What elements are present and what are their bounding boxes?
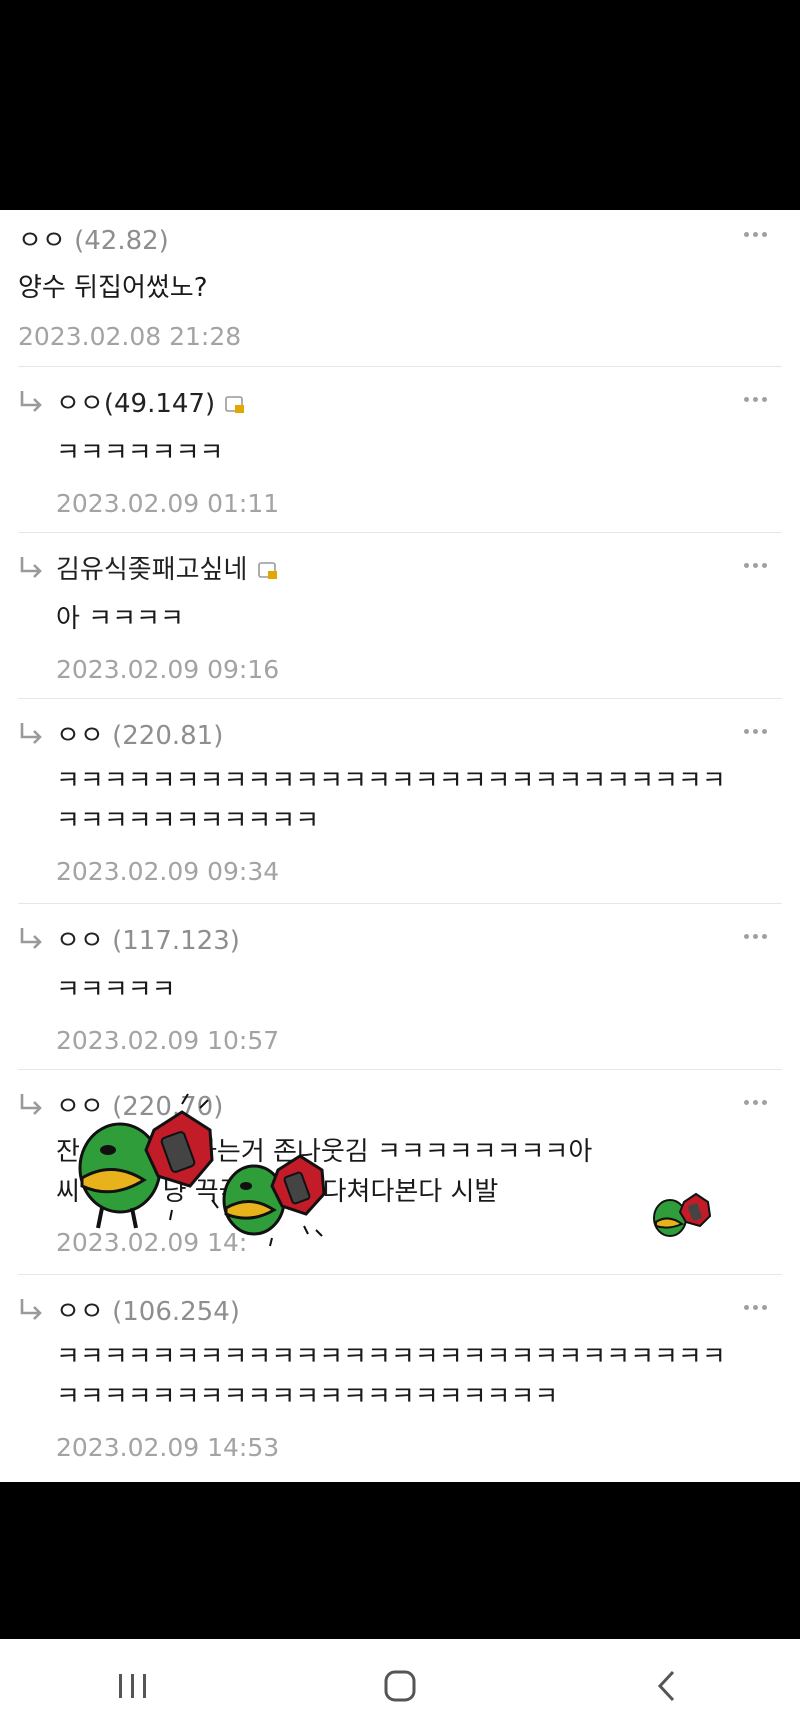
author-name: 김유식좆패고싶네 — [56, 555, 248, 585]
more-icon[interactable] — [744, 232, 770, 240]
author-name: ㅇㅇ — [56, 1297, 104, 1327]
back-button[interactable] — [627, 1656, 707, 1716]
more-icon[interactable] — [744, 934, 770, 942]
home-icon — [384, 1670, 416, 1702]
comment-text: ㅋㅋㅋㅋㅋㅋㅋㅋㅋㅋㅋㅋㅋㅋㅋㅋㅋㅋㅋㅋㅋㅋㅋㅋㅋㅋㅋㅋ ㅋㅋㅋㅋㅋㅋㅋㅋㅋㅋㅋ… — [56, 1342, 726, 1412]
system-navbar — [0, 1639, 800, 1733]
reply-arrow-icon — [20, 1299, 42, 1320]
comment-author[interactable]: ㅇㅇ(49.147) — [56, 383, 245, 420]
reply-item: ㅇㅇ (106.254) ㅋㅋㅋㅋㅋㅋㅋㅋㅋㅋㅋㅋㅋㅋㅋㅋㅋㅋㅋㅋㅋㅋㅋㅋㅋㅋㅋ… — [0, 1275, 800, 1482]
comment-author[interactable]: ㅇㅇ (106.254) — [56, 1291, 240, 1328]
author-ip: (117.123) — [112, 926, 240, 956]
author-ip: (220.81) — [112, 721, 224, 751]
comment-author[interactable]: ㅇㅇ (117.123) — [56, 920, 240, 957]
more-icon[interactable] — [744, 563, 770, 571]
more-icon[interactable] — [744, 729, 770, 737]
reply-arrow-icon — [20, 391, 42, 412]
comment-date: 2023.02.09 10:57 — [56, 1026, 280, 1055]
author-name: ㅇㅇ(49.147) — [56, 389, 216, 419]
more-icon[interactable] — [744, 1100, 770, 1108]
reply-arrow-icon — [20, 557, 42, 578]
recent-apps-icon — [119, 1674, 147, 1698]
more-icon[interactable] — [744, 1305, 770, 1313]
reply-arrow-icon — [20, 723, 42, 744]
author-ip: (106.254) — [112, 1297, 240, 1327]
comment-text: 양수 뒤집어썼노? — [18, 273, 208, 303]
comment-text: ㅋㅋㅋㅋㅋ — [56, 975, 176, 1005]
black-area — [0, 1482, 800, 1639]
reply-item: ㅇㅇ (117.123) ㅋㅋㅋㅋㅋ 2023.02.09 10:57 — [0, 904, 800, 1070]
comment-date: 2023.02.09 09:16 — [56, 655, 280, 684]
more-icon[interactable] — [744, 397, 770, 405]
comment-date: 2023.02.09 14:53 — [56, 1433, 280, 1462]
recent-apps-button[interactable] — [93, 1656, 173, 1716]
status-bar-black — [0, 0, 800, 210]
author-ip: (42.82) — [74, 226, 169, 256]
reply-item: ㅇㅇ (220.70) 잔 씨들 말하는거 존나웃김 ㅋㅋㅋㅋㅋㅋㅋㅋ아 씨 냥… — [0, 1070, 800, 1275]
reply-item: ㅇㅇ (220.81) ㅋㅋㅋㅋㅋㅋㅋㅋㅋㅋㅋㅋㅋㅋㅋㅋㅋㅋㅋㅋㅋㅋㅋㅋㅋㅋㅋㅋ… — [0, 699, 800, 904]
comment-date: 2023.02.09 09:34 — [56, 857, 280, 886]
author-name: ㅇㅇ — [56, 926, 104, 956]
author-name: ㅇㅇ — [56, 721, 104, 751]
comment-list: ㅇㅇ (42.82) 양수 뒤집어썼노? 2023.02.08 21:28 ㅇㅇ… — [0, 210, 800, 1482]
duck-phone-sticker — [222, 1154, 326, 1247]
comment-text: ㅋㅋㅋㅋㅋㅋㅋㅋㅋㅋㅋㅋㅋㅋㅋㅋㅋㅋㅋㅋㅋㅋㅋㅋㅋㅋㅋㅋ ㅋㅋㅋㅋㅋㅋㅋㅋㅋㅋㅋ — [56, 766, 726, 836]
reply-arrow-icon — [20, 928, 42, 949]
comment-author[interactable]: ㅇㅇ (42.82) — [18, 220, 169, 257]
home-button[interactable] — [360, 1656, 440, 1716]
reply-arrow-icon — [20, 1094, 42, 1115]
lock-icon — [225, 395, 245, 413]
author-name: ㅇㅇ — [18, 226, 66, 256]
duck-phone-sticker — [653, 1192, 712, 1237]
comment-item: ㅇㅇ (42.82) 양수 뒤집어썼노? 2023.02.08 21:28 — [0, 210, 800, 367]
reply-item: 김유식좆패고싶네 아 ㅋㅋㅋㅋ 2023.02.09 09:16 — [0, 533, 800, 699]
comment-date: 2023.02.09 01:11 — [56, 489, 280, 518]
duck-phone-sticker — [78, 1093, 219, 1229]
reply-item: ㅇㅇ(49.147) ㅋㅋㅋㅋㅋㅋㅋ 2023.02.09 01:11 — [0, 367, 800, 533]
comment-date: 2023.02.08 21:28 — [18, 322, 242, 351]
comment-text: ㅋㅋㅋㅋㅋㅋㅋ — [56, 438, 224, 468]
back-icon — [657, 1670, 674, 1702]
comment-author[interactable]: ㅇㅇ (220.81) — [56, 715, 223, 752]
comment-author[interactable]: 김유식좆패고싶네 — [56, 549, 278, 586]
comment-text: 아 ㅋㅋㅋㅋ — [56, 604, 184, 634]
lock-icon — [257, 561, 277, 579]
